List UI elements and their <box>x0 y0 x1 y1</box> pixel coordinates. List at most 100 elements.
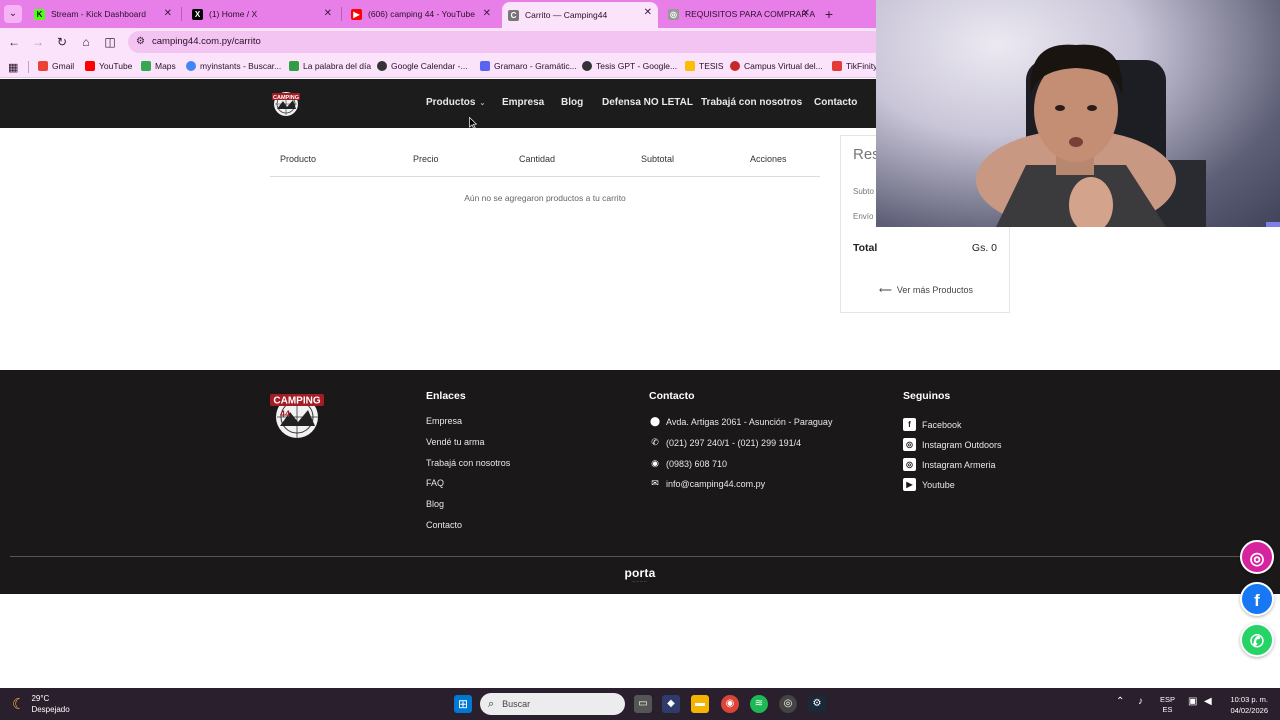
tab-kick-dashboard[interactable]: K Stream - Kick Dashboard ✕ <box>28 3 178 25</box>
bookmark-google-calendar[interactable]: Google Calendar -... <box>377 61 468 71</box>
bookmark-campus-virtual[interactable]: Campus Virtual del... <box>730 61 823 71</box>
site-footer <box>0 370 1280 594</box>
footer-contact-whatsapp[interactable]: ◉ (0983) 608 710 <box>649 458 727 469</box>
footer-social-youtube[interactable]: ▶ Youtube <box>903 478 955 491</box>
volume-icon[interactable]: ◀ <box>1204 696 1212 707</box>
microphone-icon[interactable]: ♪ <box>1138 696 1143 707</box>
footer-contact-phone[interactable]: ✆ (021) 297 240/1 - (021) 299 191/4 <box>649 437 801 448</box>
footer-social-heading: Seguinos <box>903 390 951 402</box>
apps-grid-icon[interactable]: ▦ <box>8 61 18 74</box>
footer-social-instagram-outdoors[interactable]: ◎ Instagram Outdoors <box>903 438 1002 451</box>
bookmark-tikfinity[interactable]: TikFinity <box>832 61 877 71</box>
app-icon[interactable]: ◆ <box>662 695 680 713</box>
bookmark-label: Maps <box>155 61 176 71</box>
bookmark-gramaro[interactable]: Gramaro - Gramátic... <box>480 61 577 71</box>
gramaro-icon <box>480 61 490 71</box>
moon-icon: ☾ <box>12 696 26 713</box>
footer-link-blog[interactable]: Blog <box>426 499 444 509</box>
address-bar[interactable]: ⚙ camping44.com.py/carrito <box>128 31 876 53</box>
bookmark-label: Gmail <box>52 61 75 71</box>
obs-icon[interactable]: ◎ <box>779 695 797 713</box>
ver-mas-productos-link[interactable]: ⟵ Ver más Productos <box>841 285 1011 296</box>
spotify-icon[interactable]: ≋ <box>750 695 768 713</box>
location-icon: ⬤ <box>649 416 661 426</box>
tab-youtube[interactable]: ▶ (606) camping 44 - YouTube ✕ <box>345 3 497 25</box>
chrome-icon[interactable]: ◉ <box>721 695 739 713</box>
bookmark-youtube[interactable]: YouTube <box>85 61 132 71</box>
nav-contacto[interactable]: Contacto <box>814 97 857 108</box>
whatsapp-icon: ◉ <box>651 458 659 468</box>
footer-link-vende-tu-arma[interactable]: Vendé tu arma <box>426 437 485 447</box>
bookmark-label: myinstants - Buscar... <box>200 61 282 71</box>
footer-camping44-logo[interactable]: CAMPING 44 <box>268 388 326 440</box>
nav-productos[interactable]: Productos ⌄ <box>426 97 485 108</box>
kick-icon: K <box>34 8 45 20</box>
floating-whatsapp-button[interactable]: ✆ <box>1240 623 1274 657</box>
footer-link-empresa[interactable]: Empresa <box>426 416 462 426</box>
bookmark-label: Campus Virtual del... <box>744 61 823 71</box>
home-icon[interactable]: ⌂ <box>78 34 94 50</box>
tab-label: Stream - Kick Dashboard <box>51 9 146 19</box>
task-view-icon[interactable]: ▭ <box>634 695 652 713</box>
globe-icon: ◎ <box>668 8 679 20</box>
split-view-icon[interactable]: ◫ <box>102 34 118 50</box>
tab-x-home[interactable]: X (1) Home / X ✕ <box>186 3 338 25</box>
back-arrow-icon[interactable]: ← <box>6 34 22 50</box>
footer-link-contacto[interactable]: Contacto <box>426 520 462 530</box>
footer-link-trabaja[interactable]: Trabajá con nosotros <box>426 458 510 468</box>
floating-instagram-button[interactable]: ◎ <box>1240 540 1274 574</box>
nav-blog[interactable]: Blog <box>561 97 583 108</box>
language-indicator[interactable]: ESP ES <box>1160 695 1175 715</box>
footer-link-faq[interactable]: FAQ <box>426 478 444 488</box>
bookmark-label: Tesis GPT - Google... <box>596 61 678 71</box>
bookmark-myinstants[interactable]: myinstants - Buscar... <box>186 61 281 71</box>
tray-chevron-up-icon[interactable]: ⌃ <box>1116 696 1124 707</box>
footer-contact-email[interactable]: ✉ info@camping44.com.py <box>649 478 765 489</box>
nav-defensa-no-letal[interactable]: Defensa NO LETAL <box>602 97 693 108</box>
camping44-logo[interactable]: CAMPING <box>269 89 303 117</box>
bookmark-gmail[interactable]: Gmail <box>38 61 74 71</box>
browser-tab-bar: ⌄ K Stream - Kick Dashboard ✕ X (1) Home… <box>0 0 876 28</box>
bookmark-tesis-gpt[interactable]: Tesis GPT - Google... <box>582 61 677 71</box>
taskbar-clock[interactable]: 10:03 p. m. 04/02/2026 <box>1222 694 1268 716</box>
tab-carrito-camping44[interactable]: C Carrito — Camping44 ✕ <box>502 2 658 28</box>
bookmark-tesis[interactable]: TESIS <box>685 61 724 71</box>
porta-agency-logo[interactable]: porta ———— <box>600 566 680 583</box>
footer-contact-address[interactable]: ⬤ Avda. Artigas 2061 - Asunción - Paragua… <box>649 416 833 427</box>
close-tab-icon[interactable]: ✕ <box>644 7 652 18</box>
tab-search-chevron-icon[interactable]: ⌄ <box>4 5 22 23</box>
taskbar-search-box[interactable]: ⌕ Buscar <box>480 693 625 715</box>
windows-start-icon[interactable]: ⊞ <box>454 695 472 713</box>
lang-top: ESP <box>1160 695 1176 704</box>
floating-facebook-button[interactable]: f <box>1240 582 1274 616</box>
weather-widget[interactable]: ☾ 29°C Despejado <box>12 693 70 715</box>
nav-trabaja-con-nosotros[interactable]: Trabajá con nosotros <box>701 97 802 108</box>
network-icon[interactable]: ▣ <box>1188 696 1197 707</box>
footer-social-facebook[interactable]: f Facebook <box>903 418 962 431</box>
close-tab-icon[interactable]: ✕ <box>802 8 810 19</box>
close-tab-icon[interactable]: ✕ <box>483 8 491 19</box>
search-icon: ⌕ <box>488 697 495 710</box>
drive-icon <box>685 61 695 71</box>
steam-icon[interactable]: ⚙ <box>808 695 826 713</box>
svg-text:44: 44 <box>280 409 290 419</box>
tab-requisitos[interactable]: ◎ REQUISITOS PARA COMPRAR A ✕ <box>662 3 816 25</box>
new-tab-plus-icon[interactable]: + <box>820 5 838 23</box>
windows-taskbar: ☾ 29°C Despejado ⊞ ⌕ Buscar ▭ ◆ ▬ ◉ ≋ ◎ ⚙… <box>0 688 1280 720</box>
tab-label: (606) camping 44 - YouTube <box>368 9 475 19</box>
reload-icon[interactable]: ↻ <box>54 34 70 50</box>
instagram-icon: ◎ <box>903 458 916 471</box>
cart-col-subtotal: Subtotal <box>641 154 675 164</box>
file-explorer-icon[interactable]: ▬ <box>691 695 709 713</box>
site-info-icon[interactable]: ⚙ <box>136 36 145 47</box>
nav-empresa[interactable]: Empresa <box>502 97 544 108</box>
footer-social-instagram-armeria[interactable]: ◎ Instagram Armeria <box>903 458 996 471</box>
forward-arrow-icon[interactable]: → <box>30 34 46 50</box>
close-tab-icon[interactable]: ✕ <box>324 8 332 19</box>
bookmark-maps[interactable]: Maps <box>141 61 176 71</box>
close-tab-icon[interactable]: ✕ <box>164 8 172 19</box>
bookmark-palabra-del-dia[interactable]: La palabra del día <box>289 61 371 71</box>
footer-links-heading: Enlaces <box>426 390 466 402</box>
palabra-icon <box>289 61 299 71</box>
bookmark-label: La palabra del día <box>303 61 372 71</box>
